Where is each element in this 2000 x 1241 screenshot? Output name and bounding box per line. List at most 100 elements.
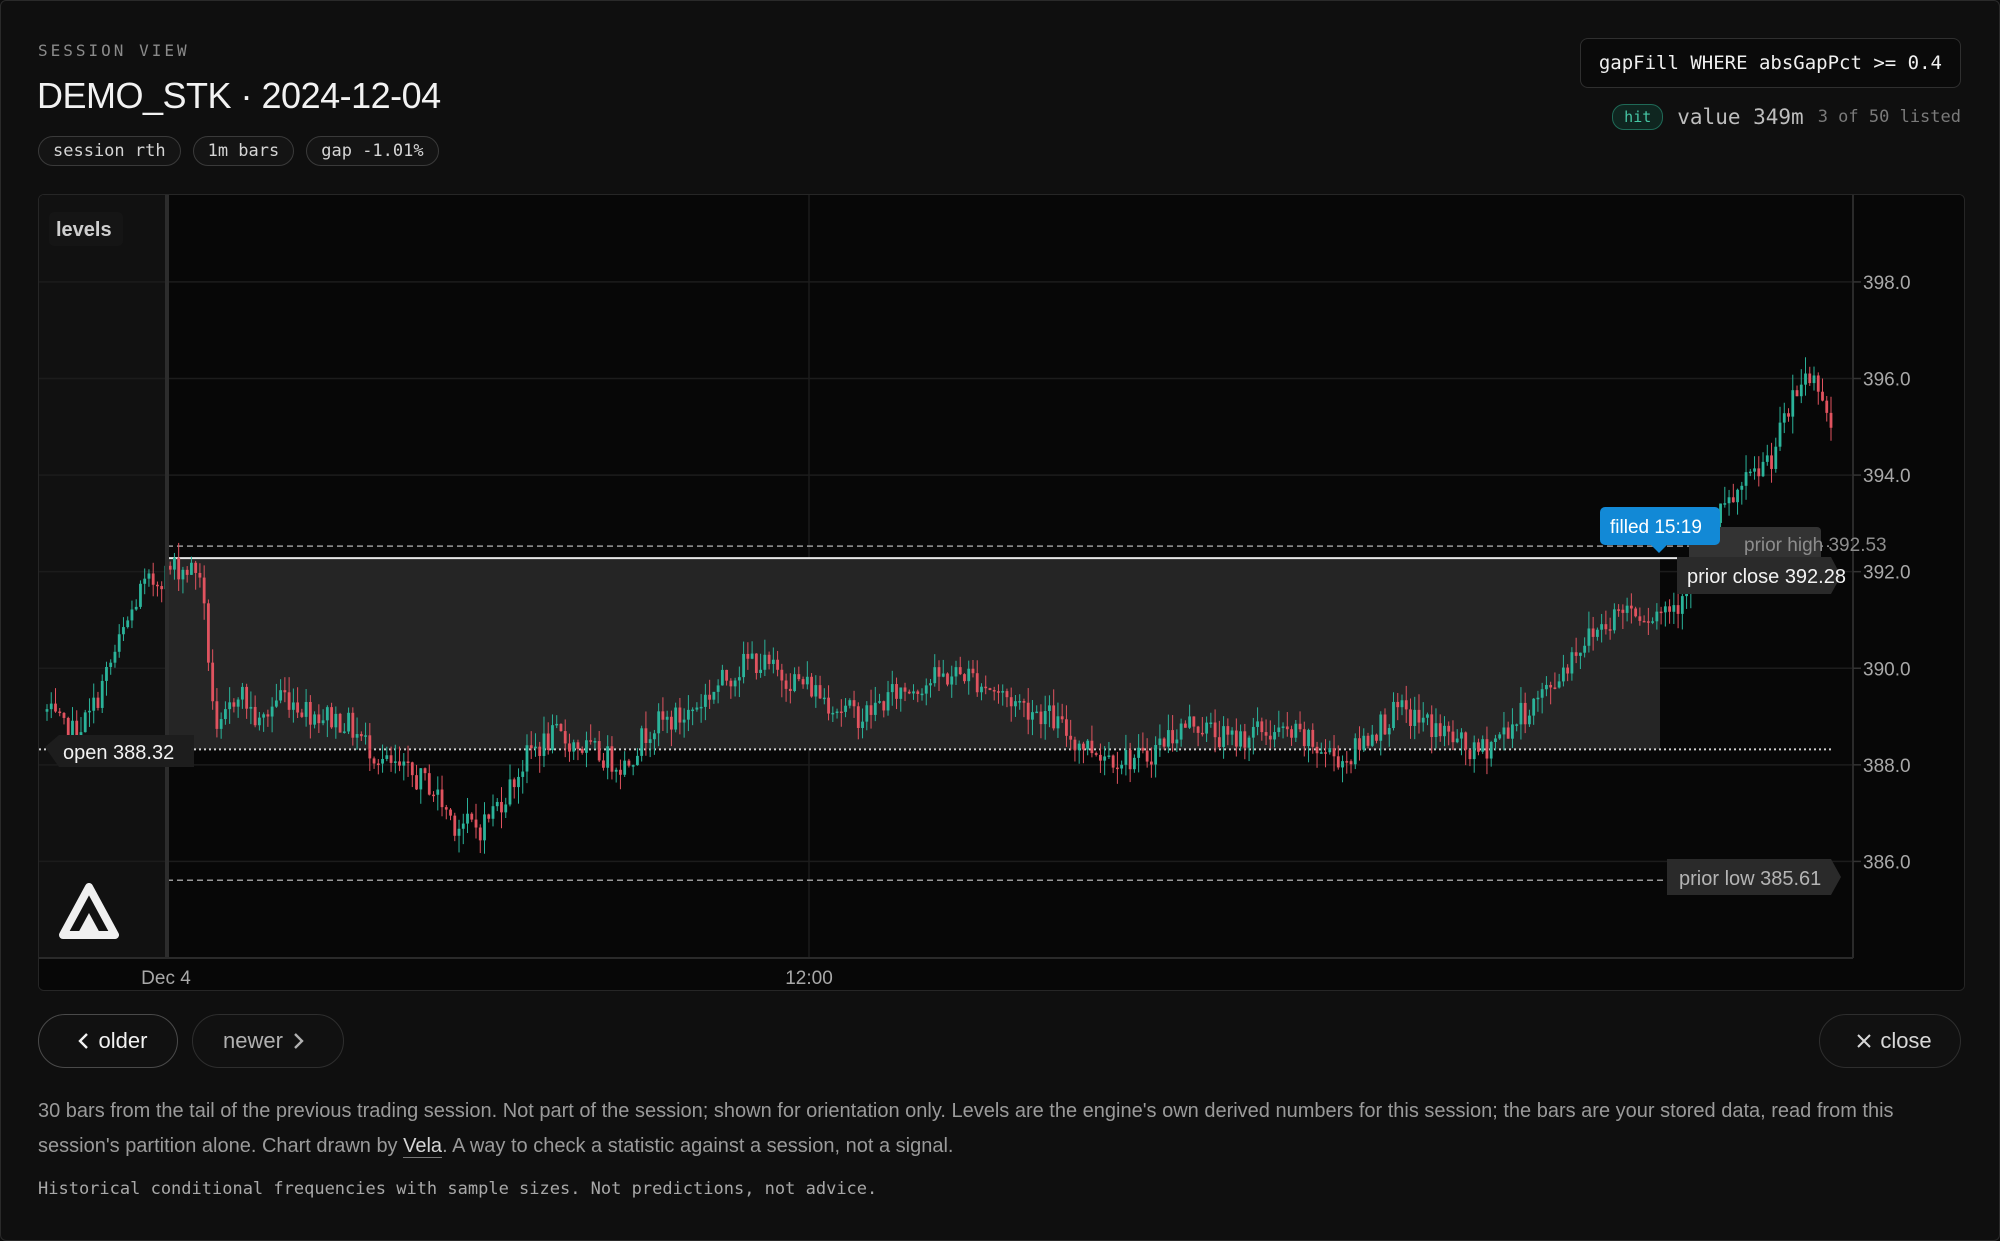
candle-body xyxy=(1120,764,1124,769)
candle-body xyxy=(185,569,189,575)
candle-body xyxy=(636,755,639,766)
candle-body xyxy=(1290,729,1293,738)
candle-body xyxy=(1052,705,1056,729)
candle-body xyxy=(784,680,788,689)
candle-body xyxy=(682,719,686,723)
candle-body xyxy=(924,685,928,694)
candle-body xyxy=(1825,400,1829,413)
price-chart[interactable]: 398.0 396.0 394.0 392.0 390.0 388.0 386.0 Dec … xyxy=(39,195,1964,990)
candle-body xyxy=(1663,606,1667,613)
levels-badge: levels xyxy=(56,219,112,241)
candle-body xyxy=(1005,691,1009,698)
candle-body xyxy=(1791,390,1795,417)
disclaimer: Historical conditional frequencies with … xyxy=(38,1179,878,1199)
candle-body xyxy=(1426,714,1429,718)
candle-body xyxy=(92,697,96,711)
older-button[interactable]: older xyxy=(38,1014,178,1068)
candle-body xyxy=(1799,384,1803,397)
candle-body xyxy=(245,686,249,709)
candle-body xyxy=(1294,723,1298,738)
candle-body xyxy=(1116,767,1119,770)
candle-body xyxy=(1409,709,1412,726)
candle-body xyxy=(946,673,949,685)
candle-body xyxy=(181,569,185,580)
candle-body xyxy=(695,707,699,710)
candle-body xyxy=(1285,726,1289,730)
close-button[interactable]: close xyxy=(1819,1014,1961,1068)
candle-body xyxy=(168,565,172,570)
candle-body xyxy=(1065,719,1068,736)
candle-body xyxy=(793,674,796,692)
candle-body xyxy=(648,739,652,743)
candle-body xyxy=(1387,728,1391,735)
candle-body xyxy=(308,701,312,725)
candle-body xyxy=(1379,714,1383,741)
candle-body xyxy=(207,603,210,663)
candle-body xyxy=(869,705,873,715)
candle-body xyxy=(372,758,376,764)
candle-body xyxy=(1048,705,1051,712)
candle-body xyxy=(1464,732,1468,750)
vela-link[interactable]: Vela xyxy=(403,1135,443,1158)
candle-body xyxy=(1545,684,1548,690)
newer-button[interactable]: newer xyxy=(192,1014,344,1068)
candle-body xyxy=(805,676,809,685)
candle-body xyxy=(1141,747,1145,751)
candle-body xyxy=(529,745,533,749)
chart-frame[interactable]: 398.0 396.0 394.0 392.0 390.0 388.0 386.0 Dec … xyxy=(38,194,1965,991)
candle-body xyxy=(933,667,937,684)
candle-body xyxy=(1056,716,1060,729)
candle-body xyxy=(355,734,359,738)
candle-body xyxy=(1137,747,1141,758)
candle-body xyxy=(1787,413,1790,417)
candle-body xyxy=(122,627,125,635)
candle-body xyxy=(631,765,635,767)
candle-body xyxy=(1315,746,1319,754)
candle-body xyxy=(1239,731,1242,747)
candle-body xyxy=(334,713,338,728)
candle-body xyxy=(1375,734,1378,741)
candle-body xyxy=(1188,716,1192,728)
candle-body xyxy=(406,761,410,763)
candle-body xyxy=(538,746,542,756)
candle-body xyxy=(759,669,762,673)
candle-body xyxy=(427,773,431,795)
candle-body xyxy=(45,709,49,712)
candle-body xyxy=(317,714,321,724)
candle-body xyxy=(1460,732,1463,739)
candle-body xyxy=(1723,503,1727,505)
candle-body xyxy=(563,731,567,744)
open-label-text: open 388.32 xyxy=(63,742,174,764)
candle-body xyxy=(1646,621,1650,623)
candle-body xyxy=(139,583,142,607)
y-tick-label: 396.0 xyxy=(1863,370,1911,391)
candle-body xyxy=(844,705,847,712)
candle-body xyxy=(257,717,261,726)
candle-body xyxy=(279,690,283,701)
candle-body xyxy=(1264,732,1268,736)
candle-body xyxy=(436,789,440,795)
candle-body xyxy=(1540,689,1544,698)
candle-body xyxy=(215,701,219,729)
candle-body xyxy=(763,654,767,670)
candle-body xyxy=(1515,724,1519,726)
candle-body xyxy=(750,653,754,659)
candle-body xyxy=(839,711,843,714)
candle-body xyxy=(589,740,593,742)
candle-body xyxy=(606,746,610,768)
caption: 30 bars from the tail of the previous tr… xyxy=(38,1094,1958,1164)
candle-body xyxy=(1099,754,1102,761)
candle-body xyxy=(491,806,495,819)
candle-body xyxy=(1481,739,1485,752)
candle-body xyxy=(1039,711,1043,725)
candle-body xyxy=(754,653,758,673)
close-icon xyxy=(1857,1034,1872,1048)
candle-body xyxy=(593,741,597,743)
candle-body xyxy=(287,692,291,710)
candle-body xyxy=(1124,749,1128,765)
candle-body xyxy=(729,680,733,687)
candle-body xyxy=(219,719,223,729)
candle-body xyxy=(1740,485,1744,490)
candle-body xyxy=(852,700,856,707)
candle-body xyxy=(432,794,435,797)
